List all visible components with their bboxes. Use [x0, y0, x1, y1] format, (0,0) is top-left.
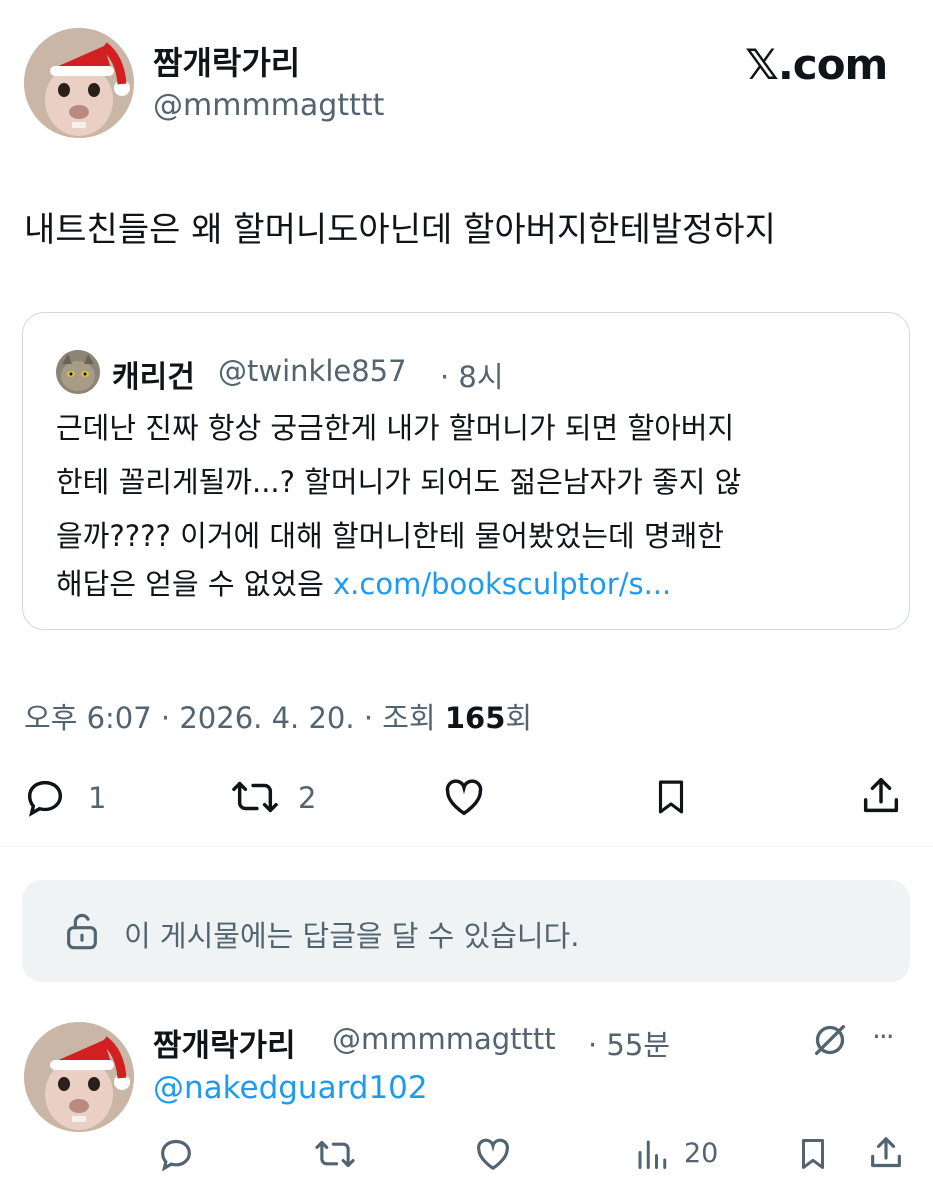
- divider: [0, 846, 933, 847]
- quote-timestamp[interactable]: · 8시: [440, 354, 504, 396]
- like-icon[interactable]: [440, 774, 488, 820]
- more-icon[interactable]: ···: [872, 1020, 895, 1053]
- brand-logo: 𝕏.com: [745, 40, 888, 89]
- quote-avatar[interactable]: [56, 350, 100, 394]
- view-count: 165: [444, 701, 506, 735]
- quote-text-line-4-text: 해답은 얻을 수 없었음: [56, 567, 333, 601]
- author-display-name[interactable]: 짬개락가리: [153, 38, 300, 84]
- bookmark-icon[interactable]: [650, 774, 692, 820]
- tweet-meta: 오후 6:07 · 2026. 4. 20. · 조회 165회: [24, 695, 532, 737]
- quote-handle[interactable]: @twinkle857: [218, 354, 407, 388]
- tweet-text: 내트친들은 왜 할머니도아닌데 할아버지한테발정하지: [24, 210, 776, 250]
- view-suffix: 회: [505, 701, 533, 735]
- reply-retweet-icon[interactable]: [312, 1134, 358, 1174]
- share-icon[interactable]: [858, 772, 904, 820]
- reply-display-name[interactable]: 짬개락가리: [153, 1020, 296, 1065]
- reply-count: 1: [88, 781, 107, 815]
- reply-share-icon[interactable]: [866, 1132, 906, 1174]
- reply-timestamp[interactable]: · 55분: [588, 1022, 670, 1064]
- reply-avatar[interactable]: [24, 1022, 134, 1132]
- reply-views-count: 20: [684, 1138, 719, 1169]
- grok-icon[interactable]: [810, 1020, 850, 1060]
- quote-text-line-4: 해답은 얻을 수 없었음 x.com/booksculptor/s...: [56, 561, 671, 603]
- retweet-icon[interactable]: [228, 774, 282, 820]
- quote-display-name[interactable]: 캐리건: [112, 352, 195, 396]
- author-handle[interactable]: @mmmmagtttt: [153, 88, 384, 123]
- reply-bookmark-icon[interactable]: [794, 1134, 832, 1174]
- reply-like-icon[interactable]: [472, 1134, 514, 1174]
- reply-reply-icon[interactable]: [156, 1134, 196, 1174]
- quote-link[interactable]: x.com/booksculptor/s...: [333, 567, 671, 601]
- reply-mention[interactable]: @nakedguard102: [153, 1070, 428, 1106]
- quote-text-line-1: 근데난 진짜 항상 궁금한게 내가 할머니가 되면 할아버지: [56, 411, 735, 445]
- reply-icon[interactable]: [22, 774, 68, 820]
- lock-icon: [62, 909, 102, 953]
- author-avatar[interactable]: [24, 28, 134, 138]
- reply-handle[interactable]: @mmmmagtttt: [332, 1022, 556, 1056]
- views-icon[interactable]: [634, 1136, 670, 1172]
- tweet-time-date[interactable]: 오후 6:07 · 2026. 4. 20. · 조회: [24, 701, 445, 735]
- retweet-count: 2: [298, 781, 317, 815]
- quote-text-line-2: 한테 꼴리게될까...? 할머니가 되어도 젊은남자가 좋지 않: [56, 465, 742, 499]
- quote-text-line-3: 을까???? 이거에 대해 할머니한테 물어봤었는데 명쾌한: [56, 519, 724, 553]
- reply-restriction-text: 이 게시물에는 답글을 달 수 있습니다.: [124, 919, 580, 953]
